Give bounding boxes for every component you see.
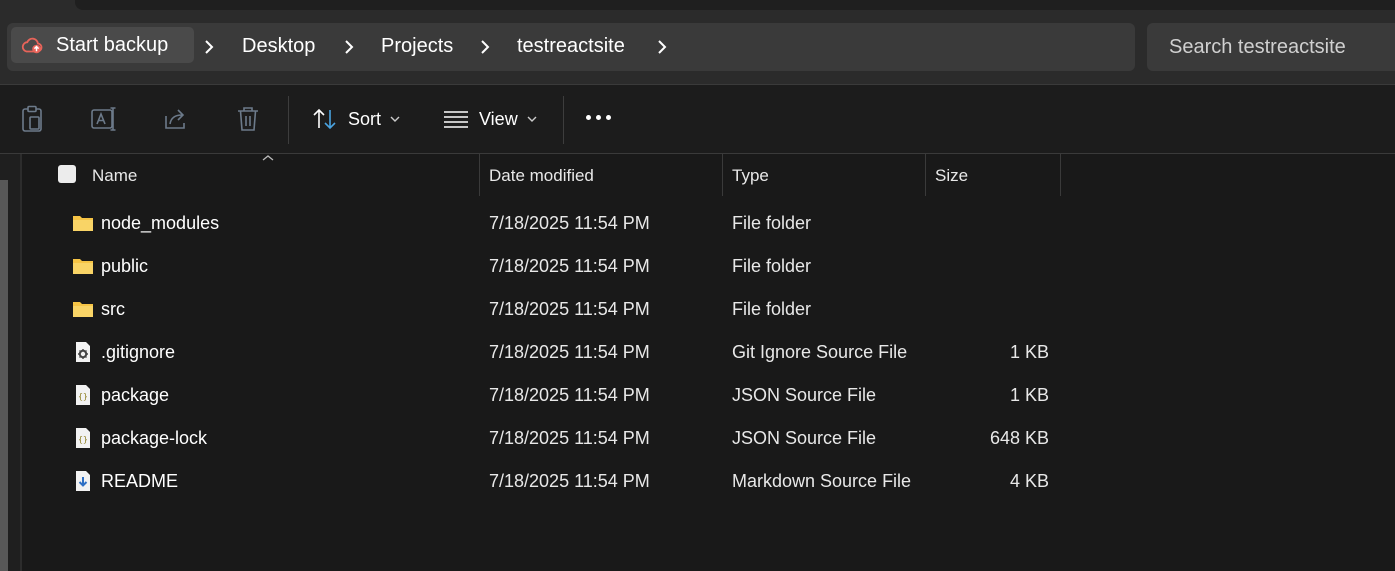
chevron-down-icon xyxy=(390,116,400,122)
chevron-right-icon[interactable] xyxy=(475,37,495,57)
breadcrumb-desktop[interactable]: Desktop xyxy=(242,35,315,58)
column-divider[interactable] xyxy=(925,154,926,196)
start-backup-button[interactable]: Start backup xyxy=(11,27,194,63)
file-type: JSON Source File xyxy=(732,428,877,448)
column-divider[interactable] xyxy=(479,154,480,196)
file-row[interactable]: public 7/18/2025 11:54 PM File folder xyxy=(22,246,1395,289)
file-date: 7/18/2025 11:54 PM xyxy=(489,213,650,233)
file-type: Markdown Source File xyxy=(732,471,912,491)
file-row[interactable]: src 7/18/2025 11:54 PM File folder xyxy=(22,289,1395,332)
file-row[interactable]: {} package-lock 7/18/2025 11:54 PM JSON … xyxy=(22,418,1395,461)
file-type: File folder xyxy=(732,299,812,319)
rename-icon xyxy=(91,107,116,131)
view-button[interactable]: View xyxy=(443,99,538,139)
rename-button[interactable] xyxy=(88,103,120,135)
view-label: View xyxy=(479,108,518,129)
delete-button[interactable] xyxy=(232,103,264,135)
start-backup-label: Start backup xyxy=(56,33,169,56)
file-name: public xyxy=(101,256,149,276)
chevron-right-icon[interactable] xyxy=(199,37,219,57)
more-icon[interactable] xyxy=(586,115,611,120)
file-name: .gitignore xyxy=(101,342,176,362)
file-date: 7/18/2025 11:54 PM xyxy=(489,385,650,405)
file-date: 7/18/2025 11:54 PM xyxy=(489,342,650,362)
file-row[interactable]: .gitignore 7/18/2025 11:54 PM Git Ignore… xyxy=(22,332,1395,375)
sort-ascending-icon xyxy=(262,155,274,161)
file-name: README xyxy=(101,471,179,491)
paste-icon xyxy=(22,105,42,132)
file-date: 7/18/2025 11:54 PM xyxy=(489,471,650,491)
column-type[interactable]: Type xyxy=(732,166,769,186)
json-file-icon: {} xyxy=(76,385,90,405)
column-date-modified[interactable]: Date modified xyxy=(489,166,594,186)
paste-button[interactable] xyxy=(16,103,48,135)
address-row: Start backup Desktop Projects testreacts… xyxy=(0,12,1395,85)
file-size: 1 KB xyxy=(1009,385,1049,405)
file-type: Git Ignore Source File xyxy=(732,342,908,362)
toolbar-divider xyxy=(563,96,564,144)
file-row[interactable]: {} package 7/18/2025 11:54 PM JSON Sourc… xyxy=(22,375,1395,418)
sort-icon xyxy=(313,108,336,130)
folder-icon xyxy=(73,216,93,231)
file-size: 648 KB xyxy=(989,428,1049,448)
settings-file-icon xyxy=(76,342,90,362)
share-icon xyxy=(165,109,185,129)
file-size: 1 KB xyxy=(1009,342,1049,362)
file-type: JSON Source File xyxy=(732,385,877,405)
toolbar-divider xyxy=(288,96,289,144)
folder-icon xyxy=(73,259,93,274)
column-size[interactable]: Size xyxy=(935,166,968,186)
file-name: node_modules xyxy=(101,213,220,233)
file-size: 4 KB xyxy=(1009,471,1049,491)
file-name: package xyxy=(101,385,170,405)
file-row[interactable]: README 7/18/2025 11:54 PM Markdown Sourc… xyxy=(22,461,1395,504)
address-bar[interactable]: Start backup Desktop Projects testreacts… xyxy=(7,23,1135,71)
view-list-icon xyxy=(444,111,468,128)
column-header-row: Name Date modified Type Size xyxy=(22,154,1395,198)
cloud-backup-icon xyxy=(21,37,43,54)
folder-icon xyxy=(73,302,93,317)
file-type: File folder xyxy=(732,256,812,276)
breadcrumb-projects[interactable]: Projects xyxy=(381,35,453,58)
file-name: package-lock xyxy=(101,428,208,448)
search-box xyxy=(1147,23,1395,71)
markdown-file-icon xyxy=(76,471,90,491)
file-date: 7/18/2025 11:54 PM xyxy=(489,299,650,319)
title-strip xyxy=(0,0,1395,12)
delete-icon xyxy=(238,107,258,131)
column-name[interactable]: Name xyxy=(92,166,137,186)
chevron-right-icon[interactable] xyxy=(652,37,672,57)
sort-label: Sort xyxy=(348,108,382,129)
file-type: File folder xyxy=(732,213,812,233)
file-row[interactable]: node_modules 7/18/2025 11:54 PM File fol… xyxy=(22,203,1395,246)
chevron-down-icon xyxy=(527,116,537,122)
command-bar: Sort View xyxy=(0,85,1395,154)
file-date: 7/18/2025 11:54 PM xyxy=(489,428,650,448)
column-divider[interactable] xyxy=(722,154,723,196)
window-tab-area xyxy=(75,0,1395,10)
breadcrumb-testreactsite[interactable]: testreactsite xyxy=(517,35,625,58)
scrollbar[interactable] xyxy=(0,180,8,571)
sort-button[interactable]: Sort xyxy=(312,99,401,139)
file-date: 7/18/2025 11:54 PM xyxy=(489,256,650,276)
svg-text:{}: {} xyxy=(78,435,88,444)
column-divider[interactable] xyxy=(1060,154,1061,196)
navigation-pane-edge xyxy=(0,154,22,571)
chevron-right-icon[interactable] xyxy=(339,37,359,57)
svg-text:{}: {} xyxy=(78,392,88,401)
search-input[interactable] xyxy=(1147,23,1395,71)
json-file-icon: {} xyxy=(76,428,90,448)
select-all-checkbox[interactable] xyxy=(58,165,76,183)
share-button[interactable] xyxy=(160,103,192,135)
file-name: src xyxy=(101,299,125,319)
